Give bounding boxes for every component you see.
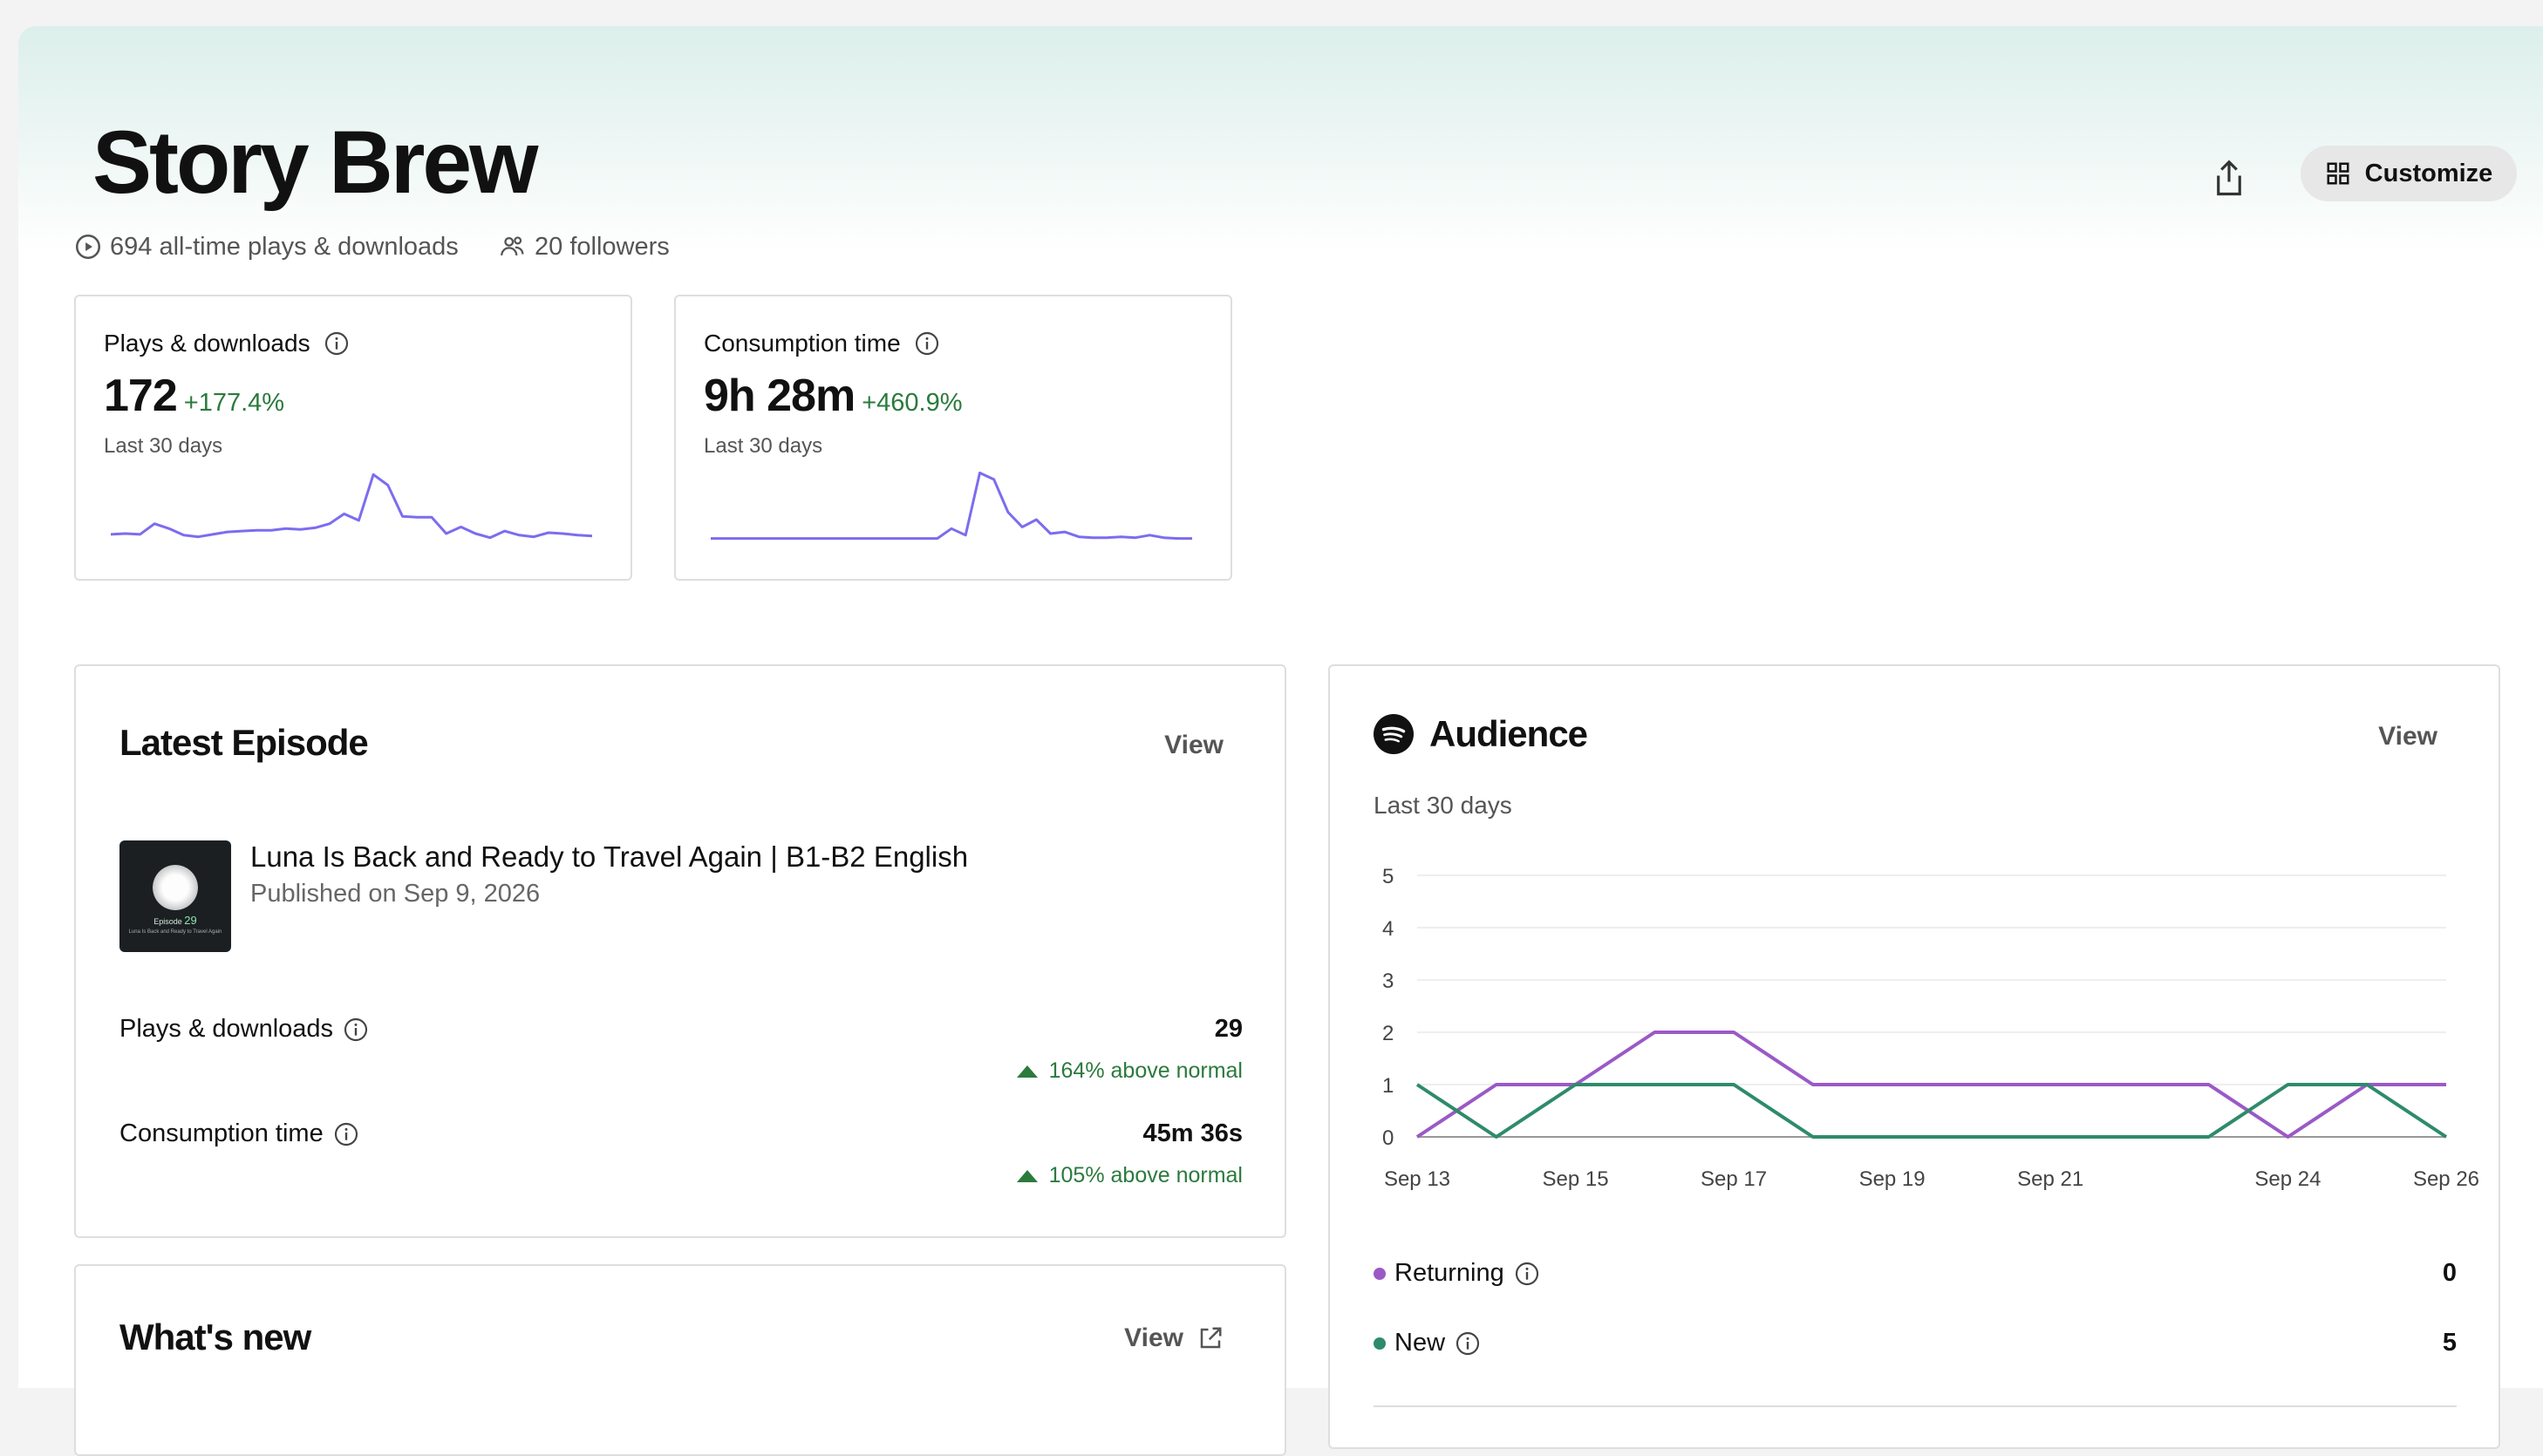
play-circle-icon <box>75 234 101 260</box>
sparkline-chart <box>111 473 592 540</box>
audience-card: Audience View Last 30 days 0 1 2 3 4 5 Sep 13 S… <box>1328 664 2500 1449</box>
episode-art-moon <box>153 865 198 910</box>
whats-new-view-label: View <box>1124 1323 1183 1352</box>
whats-new-card: What's new View <box>74 1264 1286 1456</box>
episode-stat-value: 45m 36s <box>1142 1119 1244 1147</box>
customize-button[interactable]: Customize <box>2301 146 2517 201</box>
customize-label: Customize <box>2364 159 2493 187</box>
info-icon[interactable] <box>1454 1330 1482 1357</box>
stat-label-text: Plays & downloads <box>104 330 310 357</box>
x-tick-label: Sep 17 <box>1701 1167 1767 1191</box>
audience-header: Audience <box>1374 713 1588 755</box>
legend-new: New <box>1374 1329 1482 1357</box>
x-tick-label: Sep 15 <box>1542 1167 1608 1191</box>
legend-label: Returning <box>1394 1259 1504 1287</box>
share-button[interactable] <box>2199 148 2260 209</box>
trend-up-icon <box>1016 1065 1038 1078</box>
y-tick-label: 0 <box>1382 1126 1394 1150</box>
followers-summary: 20 followers <box>498 232 670 262</box>
episode-thumbnail[interactable]: Episode 29 Luna Is Back and Ready to Tra… <box>119 840 231 952</box>
x-tick-label: Sep 19 <box>1859 1167 1926 1191</box>
y-tick-label: 1 <box>1382 1074 1394 1098</box>
episode-stat-change-text: 105% above normal <box>1048 1163 1243 1187</box>
latest-episode-view-link[interactable]: View <box>1164 731 1224 760</box>
stat-value-text: 9h 28m <box>704 371 856 421</box>
trend-up-icon <box>1016 1169 1038 1182</box>
episode-title[interactable]: Luna Is Back and Ready to Travel Again |… <box>250 840 968 874</box>
legend-label: New <box>1394 1329 1446 1357</box>
audience-period: Last 30 days <box>1374 792 1512 819</box>
sparkline-series <box>711 471 1192 541</box>
y-tick-label: 5 <box>1382 865 1394 888</box>
audience-line-chart: 0 1 2 3 4 5 Sep 13 Sep 15 Sep 17 Sep 19 Sep 21 Sep … <box>1382 865 2479 1191</box>
legend-value: 5 <box>2442 1329 2457 1357</box>
stat-label: Consumption time <box>704 330 941 357</box>
episode-stat-value: 29 <box>1214 1015 1243 1043</box>
info-icon[interactable] <box>332 1120 360 1148</box>
episode-stat-change: 164% above normal <box>1016 1058 1243 1084</box>
episode-stat-change: 105% above normal <box>1016 1163 1243 1188</box>
page-title: Story Brew <box>92 112 538 212</box>
legend-returning: Returning <box>1374 1259 1541 1288</box>
grid-icon <box>2327 162 2349 185</box>
legend-value: 0 <box>2442 1259 2457 1287</box>
divider <box>1374 1405 2457 1407</box>
audience-view-link[interactable]: View <box>2378 722 2437 752</box>
stat-period: Last 30 days <box>104 434 223 458</box>
stat-label: Plays & downloads <box>104 330 351 357</box>
spotify-icon <box>1374 714 1414 754</box>
x-tick-label: Sep 24 <box>2254 1167 2321 1191</box>
whats-new-view-link[interactable]: View <box>1124 1323 1224 1353</box>
series-line-new <box>1415 1083 2448 1139</box>
y-tick-label: 3 <box>1382 970 1394 993</box>
info-icon[interactable] <box>342 1016 370 1044</box>
stat-value: 172 +177.4% <box>104 370 284 422</box>
audience-heading: Audience <box>1429 713 1588 754</box>
whats-new-heading: What's new <box>119 1317 311 1357</box>
sparkline-chart <box>711 471 1192 541</box>
stat-value-text: 172 <box>104 371 178 421</box>
info-icon[interactable] <box>323 330 351 357</box>
sparkline-series <box>111 473 592 540</box>
info-icon[interactable] <box>1513 1260 1541 1288</box>
stat-change: +460.9% <box>862 389 963 417</box>
stat-change: +177.4% <box>183 389 285 417</box>
plays-summary: 694 all-time plays & downloads <box>73 232 459 262</box>
stat-value: 9h 28m +460.9% <box>704 370 963 422</box>
episode-published-date: Published on Sep 9, 2026 <box>250 880 541 908</box>
episode-stat-label-text: Consumption time <box>119 1119 324 1147</box>
episode-art-label: Episode 29 <box>153 914 197 927</box>
followers-icon <box>501 236 524 256</box>
returning-dot <box>1374 1267 1386 1280</box>
episode-art-caption: Luna Is Back and Ready to Travel Again <box>128 929 222 935</box>
external-link-icon <box>1200 1327 1222 1349</box>
x-tick-label: Sep 13 <box>1384 1167 1450 1191</box>
stat-card-consumption[interactable]: Consumption time 9h 28m +460.9% Last 30 d… <box>674 295 1232 581</box>
stat-period: Last 30 days <box>704 434 823 458</box>
new-dot <box>1374 1337 1386 1350</box>
episode-stat-label-text: Plays & downloads <box>119 1015 334 1043</box>
info-icon[interactable] <box>913 330 941 357</box>
followers-text: 20 followers <box>535 232 670 261</box>
x-tick-label: Sep 26 <box>2413 1167 2479 1191</box>
plays-summary-text: 694 all-time plays & downloads <box>110 232 459 261</box>
stat-card-plays[interactable]: Plays & downloads 172 +177.4% Last 30 day… <box>74 295 632 581</box>
stat-label-text: Consumption time <box>704 330 901 357</box>
episode-stat-change-text: 164% above normal <box>1048 1058 1243 1083</box>
share-icon <box>2217 160 2241 196</box>
latest-episode-card: Latest Episode View Episode 29 Luna Is B… <box>74 664 1286 1238</box>
episode-stat-label: Plays & downloads <box>119 1015 370 1044</box>
y-tick-label: 2 <box>1382 1022 1394 1045</box>
latest-episode-heading: Latest Episode <box>119 722 369 763</box>
episode-stat-label: Consumption time <box>119 1119 360 1148</box>
x-tick-label: Sep 21 <box>2017 1167 2083 1191</box>
y-tick-label: 4 <box>1382 917 1394 941</box>
dashboard-panel: Story Brew 694 all-time plays & download… <box>18 26 2543 1456</box>
